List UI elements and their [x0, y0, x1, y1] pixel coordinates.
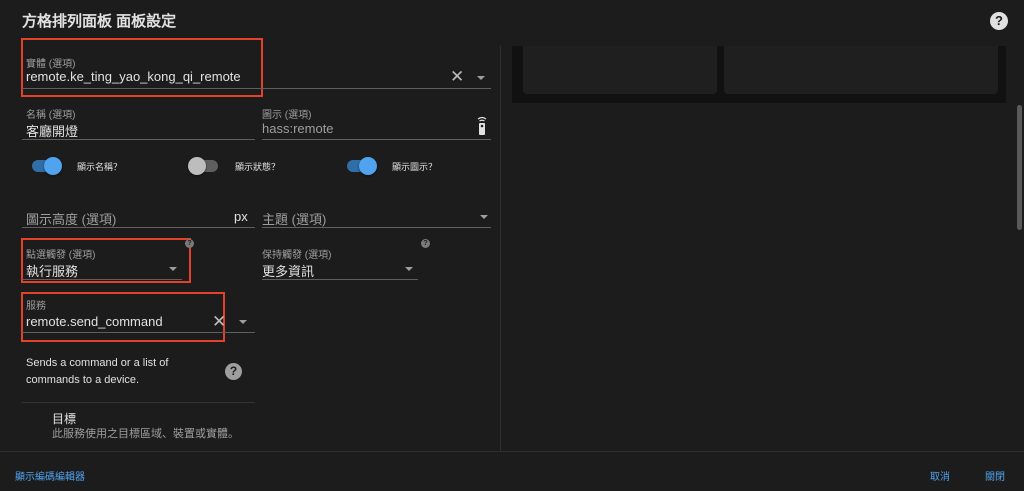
panel-divider — [500, 46, 501, 451]
entity-input[interactable]: remote.ke_ting_yao_kong_qi_remote — [26, 69, 241, 84]
tap-action-label: 點選觸發 (選項) — [26, 250, 96, 261]
hold-action-label: 保持觸發 (選項) — [262, 250, 332, 261]
target-description: 此服務使用之目標區域、裝置或實體。 — [52, 428, 239, 440]
remote-icon — [477, 116, 487, 136]
icon-label: 圖示 (選項) — [262, 110, 312, 121]
clear-icon[interactable]: ✕ — [450, 68, 464, 85]
chevron-down-icon[interactable] — [480, 215, 488, 219]
name-underline — [22, 139, 255, 140]
toggle-show-icon[interactable] — [347, 157, 377, 175]
target-title: 目標 — [52, 412, 77, 426]
toggle-label: 顯示名稱？ — [77, 162, 123, 172]
name-label: 名稱 (選項) — [26, 110, 76, 121]
tap-action-select[interactable]: 執行服務 — [26, 261, 78, 280]
chevron-down-icon[interactable] — [405, 267, 413, 271]
help-icon[interactable]: ? — [185, 239, 194, 248]
icon-height-underline — [22, 227, 255, 228]
theme-underline — [262, 227, 491, 228]
service-underline — [22, 332, 255, 333]
entity-label: 實體 (選項) — [26, 59, 76, 70]
clear-icon[interactable]: ✕ — [212, 313, 226, 330]
name-input[interactable]: 客廳開燈 — [26, 121, 78, 140]
toggle-show-state[interactable] — [188, 157, 218, 175]
section-divider — [22, 402, 255, 403]
theme-select[interactable]: 主題 (選項) — [262, 209, 326, 228]
service-input[interactable]: remote.send_command — [26, 314, 163, 329]
toggle-label: 顯示圖示？ — [392, 162, 438, 172]
entity-underline — [22, 88, 491, 89]
toggle-track — [347, 157, 377, 175]
icon-height-input[interactable]: 圖示高度 (選項) — [26, 209, 116, 228]
preview-card — [523, 46, 717, 94]
chevron-down-icon[interactable] — [239, 320, 247, 324]
service-label: 服務 — [26, 301, 46, 312]
icon-input[interactable]: hass:remote — [262, 121, 334, 136]
scrollbar[interactable] — [1017, 105, 1022, 230]
toggle-show-name[interactable] — [32, 157, 62, 175]
help-icon[interactable]: ? — [990, 12, 1008, 30]
toggle-thumb — [44, 157, 62, 175]
toggle-track — [32, 157, 62, 175]
toggle-label: 顯示狀態？ — [235, 162, 281, 172]
icon-underline — [262, 139, 491, 140]
hold-action-select[interactable]: 更多資訊 — [262, 261, 314, 280]
help-icon[interactable]: ? — [225, 363, 242, 380]
icon-height-suffix: px — [234, 209, 248, 224]
service-description: Sends a command or a list of commands to… — [26, 357, 169, 386]
card-preview — [512, 46, 1006, 103]
toggle-thumb — [359, 157, 377, 175]
toggle-thumb — [188, 157, 206, 175]
help-icon[interactable]: ? — [421, 239, 430, 248]
preview-card — [724, 46, 998, 94]
close-button[interactable]: 關閉 — [985, 468, 1005, 483]
hold-action-underline — [262, 279, 418, 280]
chevron-down-icon[interactable] — [477, 76, 485, 80]
footer-divider — [0, 451, 1024, 452]
dialog-title: 方格排列面板 面板設定 — [22, 13, 177, 30]
show-code-editor-button[interactable]: 顯示編碼編輯器 — [15, 468, 85, 483]
cancel-button[interactable]: 取消 — [930, 468, 950, 483]
toggle-track — [188, 157, 218, 175]
tap-action-underline — [22, 279, 182, 280]
chevron-down-icon[interactable] — [169, 267, 177, 271]
